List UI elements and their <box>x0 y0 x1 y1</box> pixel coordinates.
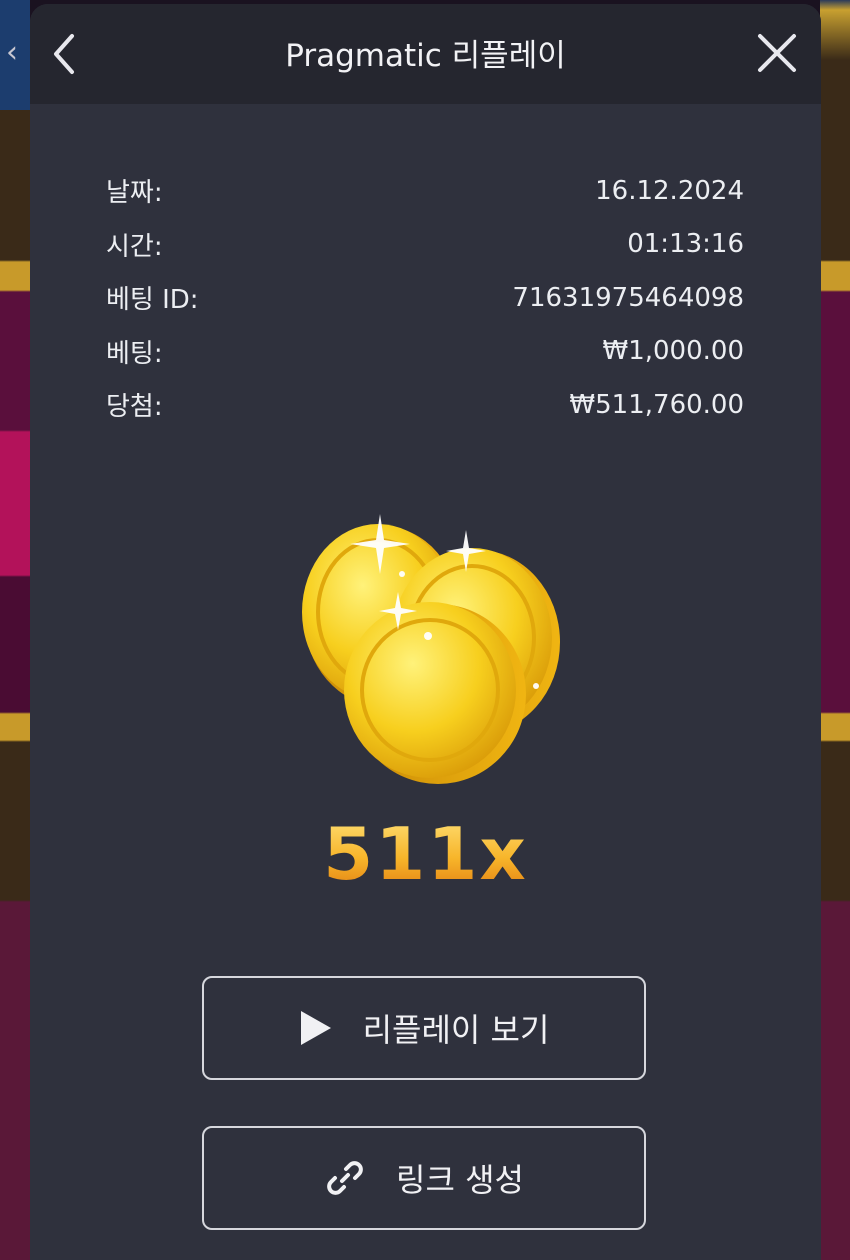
game-background-right <box>820 0 850 1260</box>
page-title: Pragmatic 리플레이 <box>285 38 566 74</box>
view-replay-button[interactable]: 리플레이 보기 <box>202 976 646 1080</box>
info-label: 날짜: <box>106 178 163 209</box>
info-label: 베팅 ID: <box>106 285 199 316</box>
info-label: 베팅: <box>106 338 163 369</box>
bet-info-list: 날짜: 16.12.2024 시간: 01:13:16 베팅 ID: 71631… <box>106 164 744 432</box>
info-value: ₩511,760.00 <box>569 389 744 420</box>
info-label: 당첨: <box>106 392 163 423</box>
game-background-left <box>0 0 30 1260</box>
info-row-time: 시간: 01:13:16 <box>106 218 744 272</box>
link-icon <box>324 1157 366 1199</box>
info-label: 시간: <box>106 231 163 262</box>
close-icon <box>758 34 796 72</box>
info-row-bet: 베팅: ₩1,000.00 <box>106 325 744 379</box>
close-button[interactable] <box>754 30 800 76</box>
info-value: ₩1,000.00 <box>602 336 745 367</box>
info-value: 01:13:16 <box>627 229 744 260</box>
info-value: 71631975464098 <box>512 282 744 313</box>
replay-panel: Pragmatic 리플레이 날짜: 16.12.2024 시간: 01:13:… <box>30 4 821 1260</box>
info-row-bet-id: 베팅 ID: 71631975464098 <box>106 271 744 325</box>
outer-chevron-left-icon: ‹ <box>6 35 18 70</box>
gold-coins-icon <box>302 514 560 784</box>
info-row-date: 날짜: 16.12.2024 <box>106 164 744 218</box>
win-multiplier: 511x <box>30 812 821 896</box>
info-value: 16.12.2024 <box>595 175 744 206</box>
info-row-win: 당첨: ₩511,760.00 <box>106 378 744 432</box>
view-replay-label: 리플레이 보기 <box>362 1011 550 1049</box>
create-link-button[interactable]: 링크 생성 <box>202 1126 646 1230</box>
create-link-label: 링크 생성 <box>396 1161 524 1199</box>
panel-header: Pragmatic 리플레이 <box>30 4 821 104</box>
play-icon <box>299 1009 333 1047</box>
